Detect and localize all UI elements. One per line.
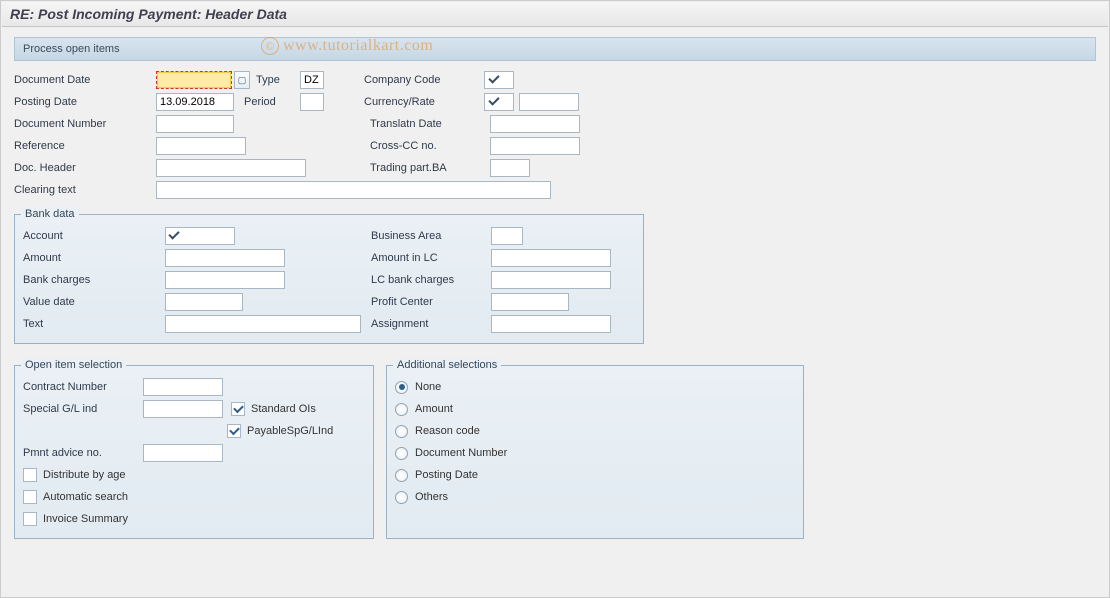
account-label: Account	[23, 230, 163, 242]
invoice-summary-checkbox[interactable]	[23, 512, 37, 526]
amount-input[interactable]	[165, 249, 285, 267]
trading-part-input[interactable]	[490, 159, 530, 177]
process-open-items-button[interactable]: Process open items	[14, 37, 1096, 61]
document-number-label: Document Number	[14, 118, 154, 130]
special-gl-label: Special G/L ind	[23, 403, 141, 415]
bank-charges-input[interactable]	[165, 271, 285, 289]
business-area-label: Business Area	[365, 230, 489, 242]
page-title: RE: Post Incoming Payment: Header Data	[2, 2, 1108, 27]
profit-center-label: Profit Center	[365, 296, 489, 308]
payable-spg-checkbox[interactable]	[227, 424, 241, 438]
open-item-selection-legend: Open item selection	[21, 358, 126, 372]
lc-bank-charges-label: LC bank charges	[365, 274, 489, 286]
radio-posting-date-label: Posting Date	[415, 469, 478, 481]
radio-amount[interactable]	[395, 403, 408, 416]
contract-number-input[interactable]	[143, 378, 223, 396]
doc-header-input[interactable]	[156, 159, 306, 177]
account-input[interactable]	[165, 227, 235, 245]
open-item-selection-group: Open item selection Contract Number Spec…	[14, 358, 374, 539]
type-label: Type	[252, 74, 298, 86]
process-open-items-label: Process open items	[23, 43, 120, 55]
automatic-label: Automatic search	[43, 491, 128, 503]
profit-center-input[interactable]	[491, 293, 569, 311]
document-date-help-icon[interactable]: ▢	[234, 71, 250, 89]
translatn-date-label: Translatn Date	[364, 118, 488, 130]
pmnt-advice-input[interactable]	[143, 444, 223, 462]
clearing-text-input[interactable]	[156, 181, 551, 199]
type-input[interactable]	[300, 71, 324, 89]
special-gl-input[interactable]	[143, 400, 223, 418]
radio-amount-label: Amount	[415, 403, 453, 415]
value-date-label: Value date	[23, 296, 163, 308]
currency-rate-input-b[interactable]	[519, 93, 579, 111]
radio-document-number[interactable]	[395, 447, 408, 460]
radio-document-number-label: Document Number	[415, 447, 507, 459]
lc-bank-charges-input[interactable]	[491, 271, 611, 289]
company-code-input[interactable]	[484, 71, 514, 89]
cross-cc-input[interactable]	[490, 137, 580, 155]
posting-date-label: Posting Date	[14, 96, 154, 108]
standard-ois-label: Standard OIs	[251, 403, 316, 415]
bank-data-group: Bank data Account Business Area Amount	[14, 207, 644, 344]
payable-spg-label: PayableSpG/LInd	[247, 425, 333, 437]
posting-date-input[interactable]	[156, 93, 234, 111]
automatic-checkbox[interactable]	[23, 490, 37, 504]
assignment-input[interactable]	[491, 315, 611, 333]
radio-reason-code[interactable]	[395, 425, 408, 438]
doc-header-label: Doc. Header	[14, 162, 154, 174]
document-date-label: Document Date	[14, 74, 154, 86]
period-input[interactable]	[300, 93, 324, 111]
radio-none-label: None	[415, 381, 441, 393]
reference-label: Reference	[14, 140, 154, 152]
translatn-date-input[interactable]	[490, 115, 580, 133]
radio-others-label: Others	[415, 491, 448, 503]
cross-cc-label: Cross-CC no.	[364, 140, 488, 152]
document-date-input[interactable]	[156, 71, 232, 89]
period-label: Period	[236, 96, 298, 108]
pmnt-advice-label: Pmnt advice no.	[23, 447, 141, 459]
radio-none[interactable]	[395, 381, 408, 394]
additional-selections-group: Additional selections None Amount Reason…	[386, 358, 804, 539]
contract-number-label: Contract Number	[23, 381, 141, 393]
distribute-checkbox[interactable]	[23, 468, 37, 482]
invoice-summary-label: Invoice Summary	[43, 513, 128, 525]
amount-lc-input[interactable]	[491, 249, 611, 267]
radio-reason-code-label: Reason code	[415, 425, 480, 437]
text-input[interactable]	[165, 315, 361, 333]
currency-rate-input-a[interactable]	[484, 93, 514, 111]
clearing-text-label: Clearing text	[14, 184, 154, 196]
bank-data-legend: Bank data	[21, 207, 79, 221]
document-number-input[interactable]	[156, 115, 234, 133]
bank-charges-label: Bank charges	[23, 274, 163, 286]
reference-input[interactable]	[156, 137, 246, 155]
distribute-label: Distribute by age	[43, 469, 126, 481]
additional-selections-legend: Additional selections	[393, 358, 501, 372]
currency-rate-label: Currency/Rate	[358, 96, 482, 108]
radio-others[interactable]	[395, 491, 408, 504]
standard-ois-checkbox[interactable]	[231, 402, 245, 416]
company-code-label: Company Code	[358, 74, 482, 86]
trading-part-label: Trading part.BA	[364, 162, 488, 174]
amount-lc-label: Amount in LC	[365, 252, 489, 264]
text-label: Text	[23, 318, 163, 330]
watermark: ©www.tutorialkart.com	[261, 37, 433, 55]
radio-posting-date[interactable]	[395, 469, 408, 482]
value-date-input[interactable]	[165, 293, 243, 311]
business-area-input[interactable]	[491, 227, 523, 245]
assignment-label: Assignment	[365, 318, 489, 330]
amount-label: Amount	[23, 252, 163, 264]
